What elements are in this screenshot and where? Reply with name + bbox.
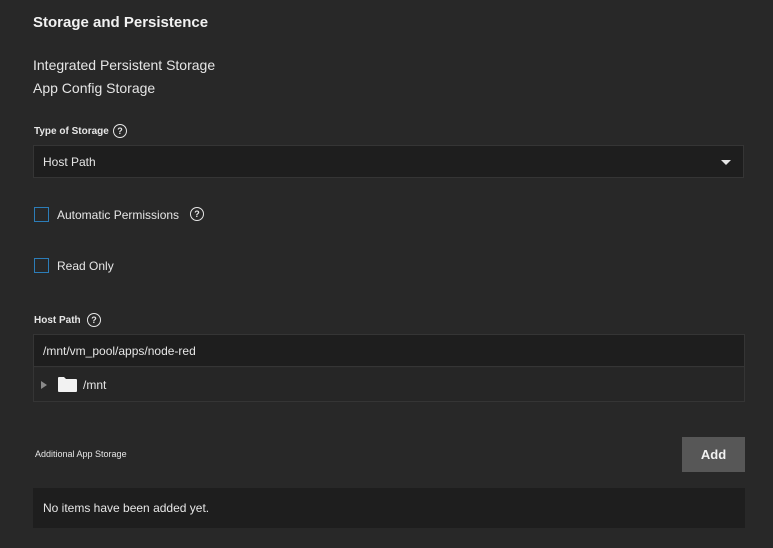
additional-app-storage-label: Additional App Storage [35, 449, 127, 459]
host-path-explorer: /mnt [33, 334, 745, 402]
automatic-permissions-checkbox[interactable] [34, 207, 49, 222]
section-title: Storage and Persistence [33, 14, 209, 31]
sub-item-app-config-storage[interactable]: App Config Storage [33, 80, 155, 96]
read-only-label[interactable]: Read Only [57, 259, 114, 273]
caret-down-icon [721, 160, 731, 165]
expand-caret-icon[interactable] [41, 381, 47, 389]
empty-list-panel: No items have been added yet. [33, 488, 745, 528]
folder-icon [58, 377, 77, 392]
host-path-label: Host Path [34, 315, 81, 326]
type-of-storage-select[interactable]: Host Path [33, 145, 744, 178]
host-path-input[interactable] [34, 335, 744, 367]
tree-node-label[interactable]: /mnt [83, 378, 106, 392]
sub-item-integrated-persistent-storage[interactable]: Integrated Persistent Storage [33, 57, 215, 73]
help-circle-icon[interactable]: ? [87, 313, 101, 327]
add-button[interactable]: Add [682, 437, 745, 472]
automatic-permissions-label[interactable]: Automatic Permissions [57, 208, 179, 222]
help-circle-icon[interactable]: ? [190, 207, 204, 221]
tree-node-mnt[interactable]: /mnt [34, 368, 744, 401]
help-circle-icon[interactable]: ? [113, 124, 127, 138]
empty-list-message: No items have been added yet. [43, 501, 210, 515]
read-only-checkbox[interactable] [34, 258, 49, 273]
type-of-storage-value: Host Path [43, 155, 96, 169]
type-of-storage-label: Type of Storage [34, 126, 109, 137]
